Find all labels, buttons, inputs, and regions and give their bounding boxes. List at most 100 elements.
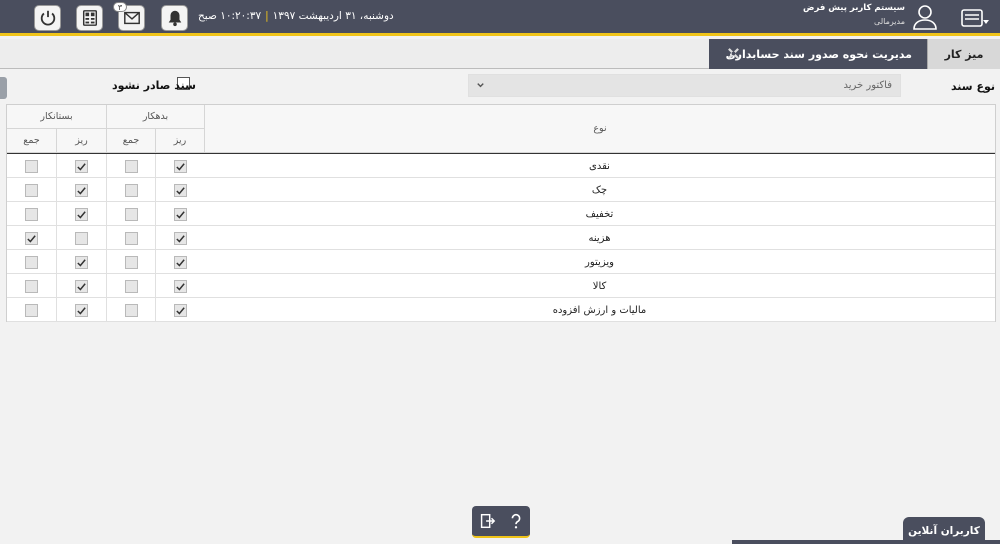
debit-detail-checkbox[interactable] <box>173 207 187 221</box>
check-icon <box>27 234 36 243</box>
cell-credit-detail <box>56 202 106 226</box>
tab-bar: میز کار مدیریت نحوه صدور سند حسابداری <box>0 39 1000 69</box>
online-users-tab[interactable]: کاربران آنلاین <box>903 517 985 544</box>
settings-table: نوع بدهکار بستانکار ریز جمع ریز جمع نقدی… <box>6 104 996 322</box>
credit-total-checkbox[interactable] <box>25 231 38 245</box>
table-row[interactable]: مالیات و ارزش افزوده <box>7 298 995 322</box>
row-type-name: هزینه <box>588 232 611 244</box>
debit-total-checkbox[interactable] <box>124 207 138 221</box>
doc-type-select[interactable]: فاکتور خرید <box>468 74 901 97</box>
debit-total-checkbox[interactable] <box>124 255 138 269</box>
credit-detail-checkbox[interactable] <box>75 183 88 197</box>
calculator-button[interactable] <box>76 5 103 31</box>
cell-debit-detail <box>155 154 204 178</box>
credit-total-checkbox[interactable] <box>25 303 38 317</box>
credit-detail-checkbox[interactable] <box>75 303 88 317</box>
current-date: دوشنبه، ۳۱ اردیبهشت ۱۳۹۷ <box>272 10 394 22</box>
user-info: سیستم کاربر پیش فرض مدیرمالی <box>803 3 905 26</box>
notification-button[interactable] <box>161 5 188 31</box>
cell-credit-total <box>7 298 56 322</box>
table-row[interactable]: کالا <box>7 274 995 298</box>
check-icon <box>77 210 86 219</box>
table-row[interactable]: چک <box>7 178 995 202</box>
table-row[interactable]: ویزیتور <box>7 250 995 274</box>
user-name: سیستم کاربر پیش فرض <box>803 3 905 13</box>
row-type-name: مالیات و ارزش افزوده <box>552 304 647 316</box>
cell-credit-detail <box>56 298 106 322</box>
cell-debit-total <box>106 250 155 274</box>
credit-detail-checkbox[interactable] <box>75 255 88 269</box>
cell-credit-total <box>7 202 56 226</box>
debit-total-checkbox[interactable] <box>124 303 138 317</box>
current-time: ۱۰:۲۰:۳۷ صبح <box>198 10 262 22</box>
sub-header-debit-detail: ریز <box>155 129 204 153</box>
menu-icon[interactable] <box>960 8 990 30</box>
help-icon[interactable] <box>507 512 525 530</box>
no-issue-label: سند صادر نشود <box>112 79 196 92</box>
credit-detail-checkbox[interactable] <box>75 159 88 173</box>
debit-detail-checkbox[interactable] <box>173 159 187 173</box>
user-icon[interactable] <box>912 3 938 31</box>
group-header-credit: بستانکار <box>7 105 106 129</box>
table-row[interactable]: تخفیف <box>7 202 995 226</box>
row-type-name: کالا <box>592 280 607 292</box>
sub-header-debit-total: جمع <box>106 129 155 153</box>
debit-total-checkbox[interactable] <box>124 183 138 197</box>
close-icon[interactable] <box>727 47 740 60</box>
credit-detail-checkbox[interactable] <box>75 207 88 221</box>
check-icon <box>175 162 185 171</box>
row-type-name: تخفیف <box>585 208 614 220</box>
debit-detail-checkbox[interactable] <box>173 303 187 317</box>
group-header-debit: بدهکار <box>106 105 204 129</box>
side-panel-handle[interactable] <box>0 77 7 99</box>
top-bar: ۳ دوشنبه، ۳۱ اردیبهشت ۱۳۹۷|۱۰:۲۰:۳۷ صبح … <box>0 0 1000 36</box>
mail-button[interactable]: ۳ <box>113 2 145 31</box>
sub-header-credit-total: جمع <box>7 129 56 153</box>
debit-detail-checkbox[interactable] <box>173 279 187 293</box>
debit-total-checkbox[interactable] <box>124 279 138 293</box>
tab-desktop[interactable]: میز کار <box>927 39 1000 69</box>
check-icon <box>77 186 86 195</box>
cell-debit-detail <box>155 226 204 250</box>
debit-detail-checkbox[interactable] <box>173 255 187 269</box>
bottom-toolbar <box>472 506 530 538</box>
mail-icon <box>123 11 140 25</box>
cell-debit-total <box>106 178 155 202</box>
check-icon <box>77 258 86 267</box>
cell-credit-total <box>7 250 56 274</box>
exit-icon[interactable] <box>478 512 496 530</box>
credit-total-checkbox[interactable] <box>25 159 38 173</box>
debit-total-checkbox[interactable] <box>124 159 138 173</box>
cell-debit-total <box>106 298 155 322</box>
cell-debit-detail <box>155 274 204 298</box>
calculator-icon <box>82 10 97 26</box>
power-icon <box>40 10 55 26</box>
credit-total-checkbox[interactable] <box>25 255 38 269</box>
credit-detail-checkbox[interactable] <box>75 231 88 245</box>
sub-header-credit-detail: ریز <box>56 129 106 153</box>
credit-total-checkbox[interactable] <box>25 279 38 293</box>
check-icon <box>77 282 86 291</box>
tab-document-issue-management[interactable]: مدیریت نحوه صدور سند حسابداری <box>709 39 927 69</box>
date-time: دوشنبه، ۳۱ اردیبهشت ۱۳۹۷|۱۰:۲۰:۳۷ صبح <box>198 10 394 22</box>
check-icon <box>175 234 185 243</box>
table-row[interactable]: نقدی <box>7 154 995 178</box>
debit-detail-checkbox[interactable] <box>173 183 187 197</box>
credit-detail-checkbox[interactable] <box>75 279 88 293</box>
row-type-name: چک <box>591 184 608 196</box>
cell-credit-detail <box>56 178 106 202</box>
row-type-name: ویزیتور <box>585 256 614 268</box>
cell-credit-total <box>7 274 56 298</box>
debit-total-checkbox[interactable] <box>124 231 138 245</box>
doc-type-label: نوع سند <box>950 80 995 93</box>
col-header-type: نوع <box>204 105 995 153</box>
power-button[interactable] <box>34 5 61 31</box>
table-row[interactable]: هزینه <box>7 226 995 250</box>
check-icon <box>175 210 185 219</box>
credit-total-checkbox[interactable] <box>25 183 38 197</box>
cell-credit-detail <box>56 250 106 274</box>
credit-total-checkbox[interactable] <box>25 207 38 221</box>
user-role: مدیرمالی <box>874 17 905 26</box>
debit-detail-checkbox[interactable] <box>173 231 187 245</box>
row-type-name: نقدی <box>589 160 610 172</box>
